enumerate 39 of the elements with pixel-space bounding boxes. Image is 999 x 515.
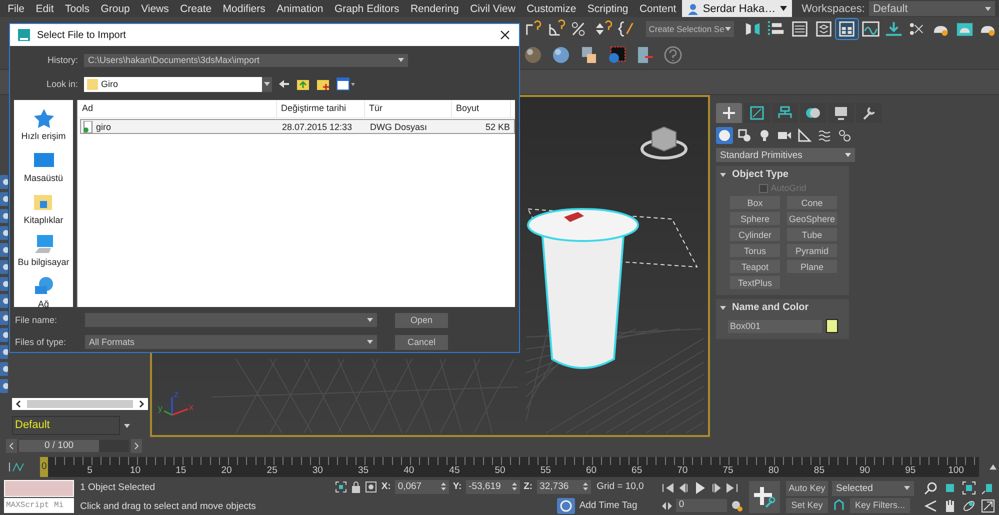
frame-label: 20: [220, 464, 233, 476]
axis-label: z: [174, 389, 178, 399]
frame-label: 70: [676, 464, 689, 476]
file-type-label: Files of type:: [14, 337, 68, 347]
coordinate-label: Y:: [452, 481, 462, 492]
history-label: History:: [46, 55, 78, 65]
axis-label: y: [158, 403, 162, 413]
frame-label: 90: [858, 464, 872, 476]
frame-label: 10: [129, 464, 142, 476]
table-cell-text: DWG Dosyası: [369, 122, 428, 132]
grid-text: Grid = 10,0: [596, 481, 644, 492]
frame-label: 100: [947, 464, 965, 476]
look-in-label: Look in:: [45, 79, 78, 89]
coordinate-label: X:: [381, 481, 391, 492]
axis-label: x: [189, 402, 194, 412]
frame-label: 95: [904, 464, 917, 476]
file-name: giro: [96, 122, 112, 132]
workspaces-label: Workspaces:: [802, 2, 865, 14]
table-cell-text: 52 KB: [484, 122, 511, 132]
frame-label: 50: [494, 464, 506, 476]
frame-label: 40: [402, 464, 416, 476]
frame-label: 65: [630, 464, 644, 476]
dialog-title: Select File to Import: [37, 30, 126, 40]
frame-label: 25: [266, 464, 278, 476]
status-text: 1 Object Selected: [80, 482, 156, 492]
frame-label: 55: [539, 464, 552, 476]
prompt-text: Click and drag to select and move objects: [80, 500, 257, 512]
frame-label: 5: [86, 464, 94, 476]
file-name-label: File name:: [14, 315, 58, 325]
table-cell-text: 28.07.2015 12:33: [281, 122, 354, 132]
frame-label: 35: [356, 464, 370, 476]
frame-label: 60: [584, 464, 598, 476]
frame-label: 75: [722, 464, 734, 476]
frame-label: 15: [174, 464, 188, 476]
frame-label: 80: [767, 464, 780, 476]
frame-label: 85: [812, 464, 826, 476]
coordinate-label: Z:: [524, 481, 533, 492]
frame-label: 30: [311, 464, 324, 476]
frame-label: 45: [448, 464, 461, 476]
